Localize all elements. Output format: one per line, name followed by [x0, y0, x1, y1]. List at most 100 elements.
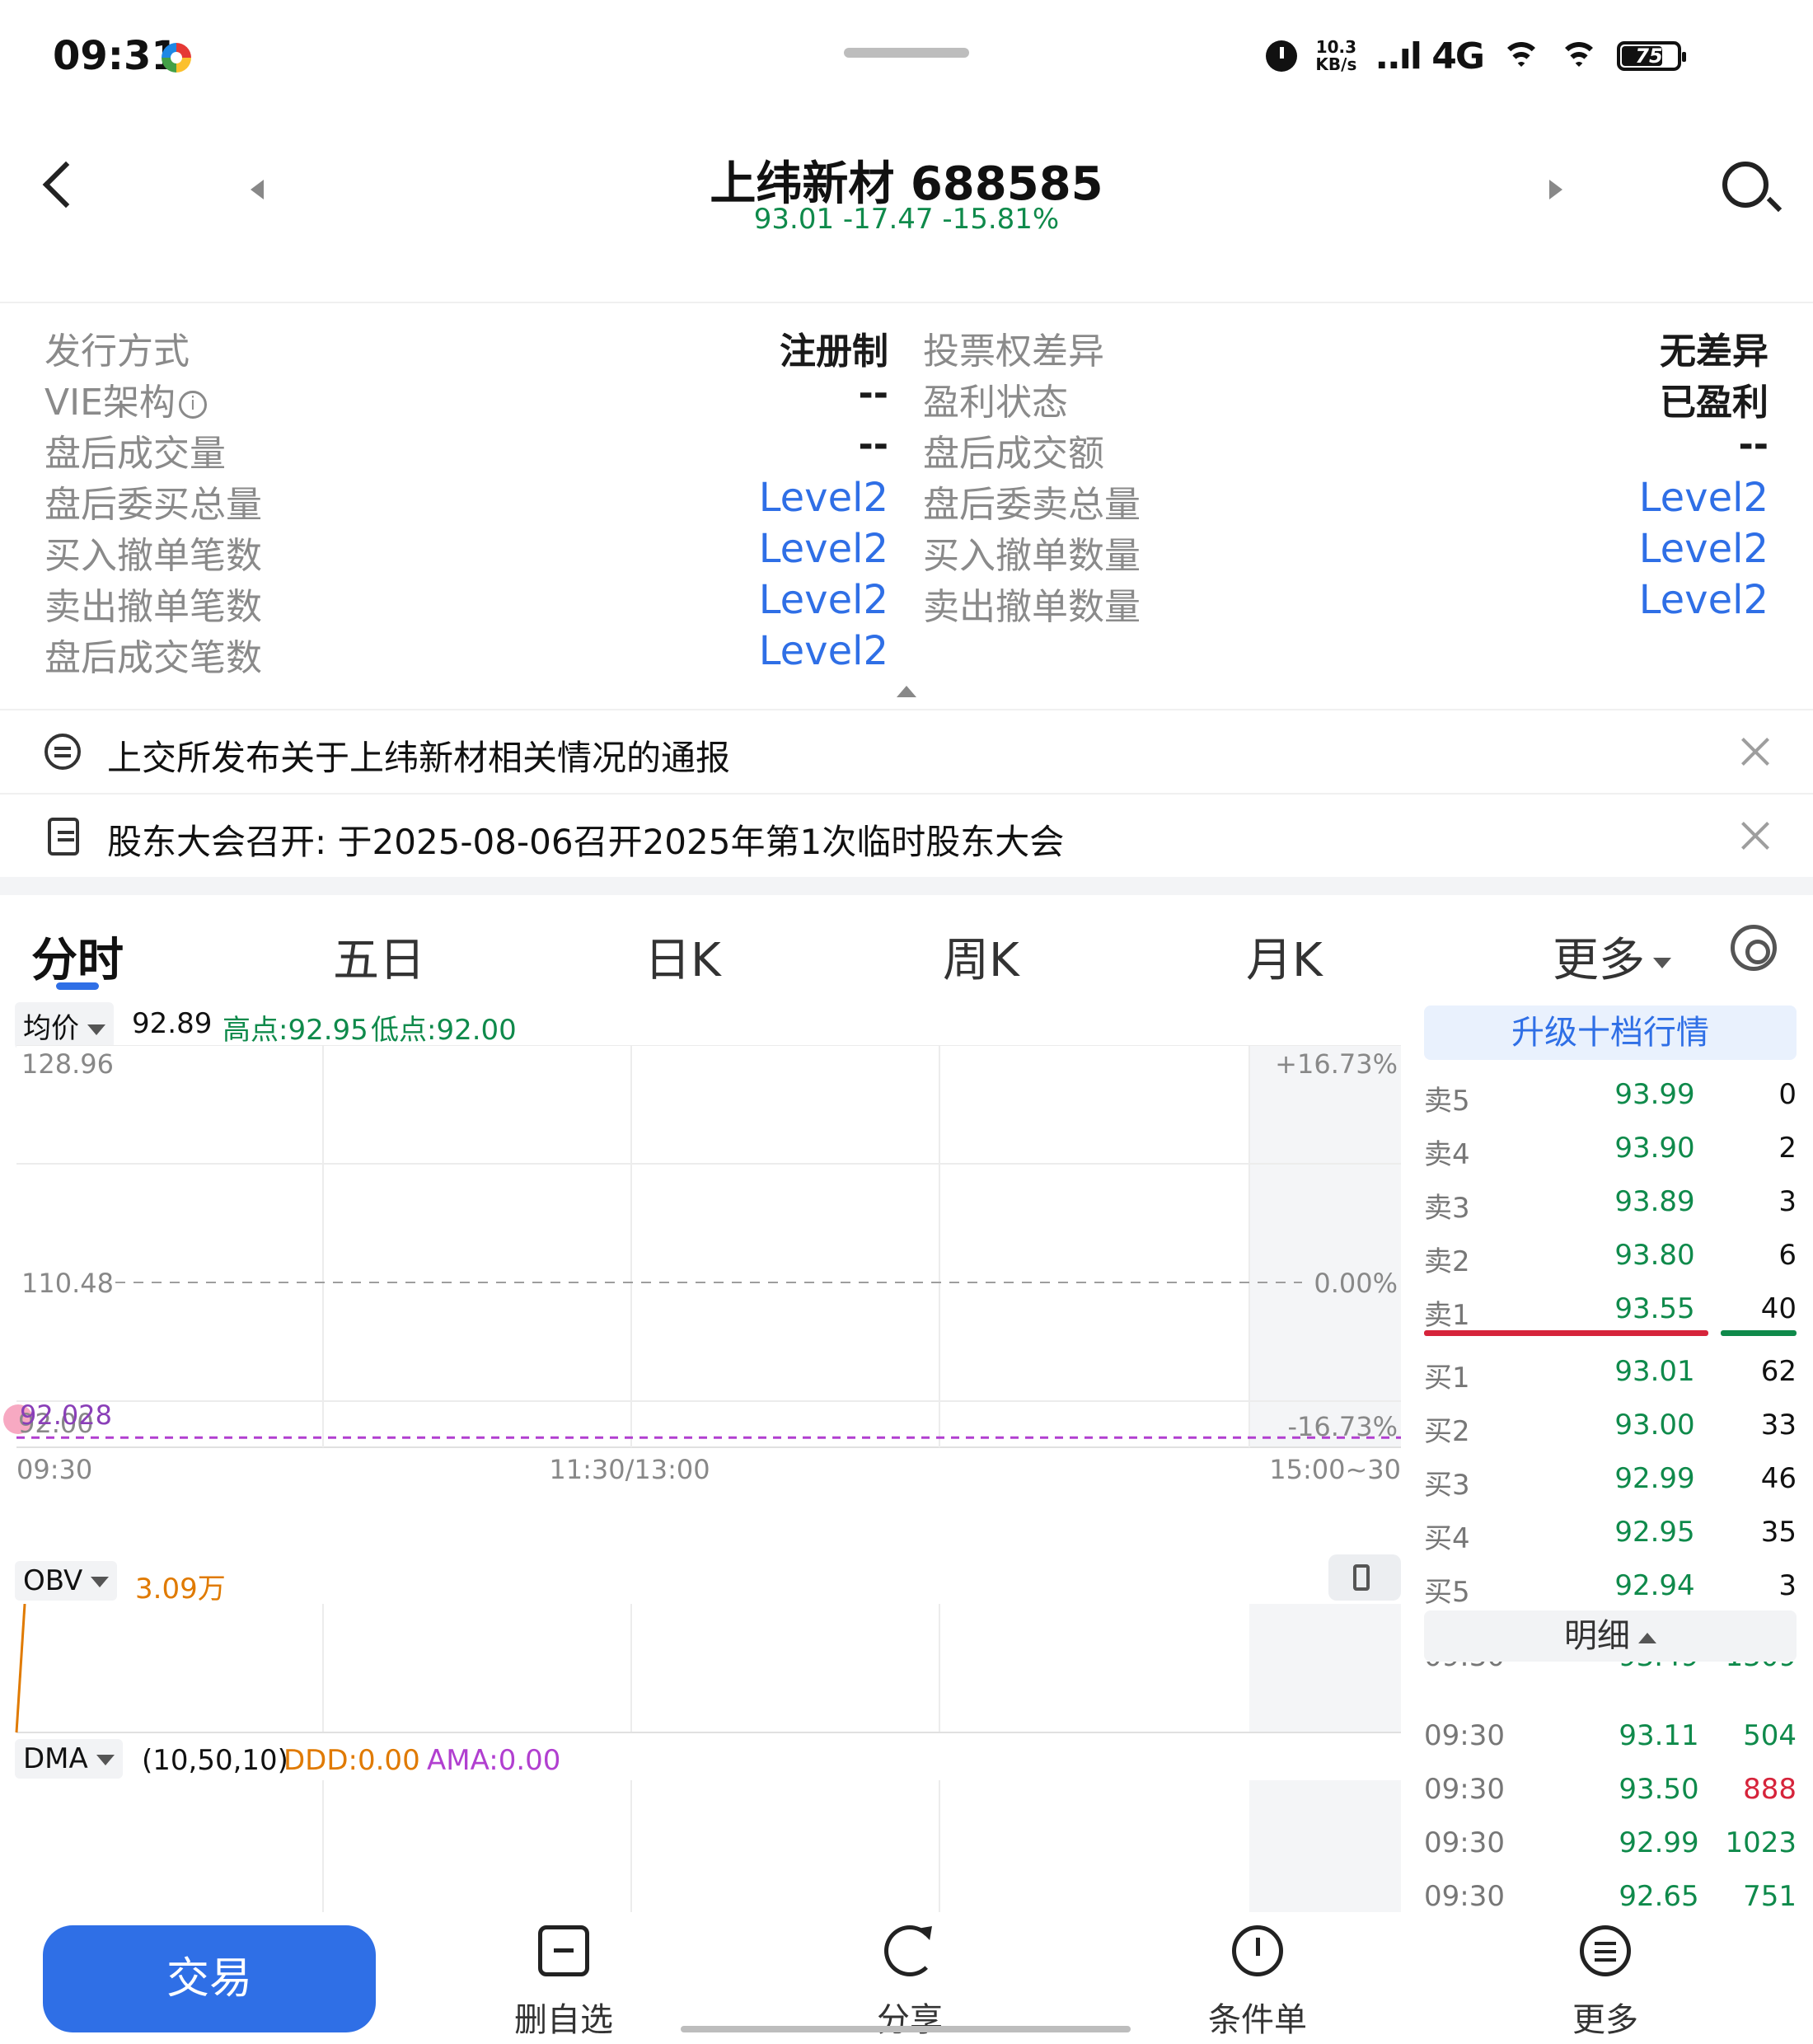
info-value[interactable]: Level2	[759, 628, 888, 674]
remove-watchlist-button[interactable]: 删自选	[481, 1925, 646, 2041]
close-icon[interactable]	[1739, 819, 1772, 852]
close-icon[interactable]	[1739, 735, 1772, 768]
info-value[interactable]: Level2	[1639, 577, 1768, 623]
info-value: --	[858, 424, 888, 466]
y-axis-top: 128.96	[21, 1048, 114, 1080]
rotate-screen-icon[interactable]	[1328, 1554, 1401, 1601]
info-label: 发行方式	[45, 331, 190, 373]
more-button[interactable]: 更多	[1523, 1925, 1688, 2041]
low-price: 低点:92.00	[371, 1014, 517, 1047]
conditional-order-button[interactable]: 条件单	[1175, 1925, 1340, 2041]
obv-selector[interactable]: OBV	[15, 1561, 118, 1601]
bid-row[interactable]: 买2 93.00 33	[1424, 1400, 1797, 1450]
menu-icon	[1580, 1925, 1631, 1976]
x-axis-start: 09:30	[16, 1454, 92, 1485]
info-row: 发行方式 注册制 投票权差异 无差异	[0, 321, 1813, 373]
pct-axis-mid: 0.00%	[1314, 1268, 1398, 1299]
info-label: 投票权差异	[923, 331, 1104, 373]
info-value[interactable]: Level2	[759, 577, 888, 623]
tick-volume: 504	[1743, 1719, 1797, 1752]
net-speed: 10.3 KB/s	[1315, 39, 1356, 73]
book-price: 93.99	[1614, 1078, 1695, 1111]
home-indicator[interactable]	[681, 2026, 1131, 2032]
info-label: 卖出撤单笔数	[45, 586, 262, 628]
ask-row[interactable]: 卖5 93.99 0	[1424, 1070, 1797, 1119]
dma-selector[interactable]: DMA	[15, 1739, 123, 1779]
bid-row[interactable]: 买5 92.94 3	[1424, 1561, 1797, 1610]
notice-item[interactable]: 股东大会召开: 于2025-08-06召开2025年第1次临时股东大会	[0, 793, 1813, 877]
bid-row[interactable]: 买4 92.95 35	[1424, 1507, 1797, 1557]
info-label: VIE架构 i	[45, 373, 207, 425]
book-volume: 0	[1778, 1078, 1797, 1111]
info-value[interactable]: Level2	[1639, 475, 1768, 521]
net-speed-value: 10.3	[1315, 37, 1357, 57]
status-icons: 10.3 KB/s ..ıl 4G 75	[1266, 33, 1686, 79]
avg-price-label: 均价	[23, 1012, 79, 1045]
book-price: 93.89	[1614, 1185, 1695, 1218]
drag-handle[interactable]	[844, 48, 969, 58]
bid-row[interactable]: 买3 92.99 46	[1424, 1454, 1797, 1503]
book-level-label: 卖1	[1424, 1299, 1470, 1332]
battery-icon: 75	[1617, 41, 1686, 71]
notice-item[interactable]: 上交所发布关于上纬新材相关情况的通报	[0, 709, 1813, 793]
book-volume: 33	[1760, 1409, 1797, 1442]
tab-monthly-k[interactable]: 月K	[1246, 923, 1323, 990]
ask-row[interactable]: 卖2 93.80 6	[1424, 1231, 1797, 1280]
tab-five-day[interactable]: 五日	[333, 923, 425, 990]
next-stock-icon[interactable]	[1549, 180, 1562, 199]
tick-time: 09:30	[1424, 1662, 1505, 1673]
share-button[interactable]: 分享	[827, 1925, 992, 2041]
dma-params: (10,50,10)	[142, 1744, 288, 1777]
info-row: 卖出撤单笔数 Level2 卖出撤单数量 Level2	[0, 577, 1813, 628]
info-value[interactable]: Level2	[759, 526, 888, 572]
chevron-up-icon	[1638, 1632, 1656, 1643]
info-circle-icon[interactable]: i	[178, 391, 207, 419]
after-hours-band	[1249, 1045, 1401, 1447]
ask-row[interactable]: 卖1 93.55 40	[1424, 1284, 1797, 1334]
ask-strength-bar	[1721, 1330, 1797, 1336]
ask-row[interactable]: 卖3 93.89 3	[1424, 1177, 1797, 1226]
tick-volume: 1309	[1725, 1662, 1797, 1673]
obv-chart-svg	[15, 1604, 1401, 1733]
dma-chart-svg	[322, 1780, 1401, 1912]
tab-intraday[interactable]: 分时	[31, 923, 124, 990]
trade-button[interactable]: 交易	[43, 1925, 376, 2032]
upgrade-level2-button[interactable]: 升级十档行情	[1424, 1006, 1797, 1060]
tick-volume: 1023	[1725, 1826, 1797, 1859]
share-label: 分享	[877, 2001, 943, 2039]
pct-axis-bottom: -16.73%	[1287, 1411, 1398, 1442]
info-row: 盘后成交笔数 Level2	[0, 628, 1813, 679]
info-label: 盘后委买总量	[45, 484, 262, 526]
info-value[interactable]: Level2	[1639, 526, 1768, 572]
book-volume: 2	[1778, 1132, 1797, 1165]
info-row: VIE架构 i -- 盈利状态 已盈利	[0, 373, 1813, 424]
info-value: 已盈利	[1660, 382, 1768, 424]
collapse-caret-icon[interactable]	[897, 686, 916, 697]
info-value[interactable]: Level2	[759, 475, 888, 521]
tab-weekly-k[interactable]: 周K	[943, 923, 1019, 990]
tick-price: 92.65	[1619, 1880, 1699, 1913]
search-icon[interactable]	[1722, 162, 1768, 208]
chart-settings-icon[interactable]	[1731, 925, 1777, 971]
book-level-label: 买3	[1424, 1469, 1470, 1502]
book-price: 92.95	[1614, 1516, 1695, 1549]
clipped-tick-row: 09:30 93.49 1309	[1424, 1662, 1797, 1686]
book-volume: 3	[1778, 1569, 1797, 1602]
intraday-chart: 均价 92.89 高点:92.95 低点:92.00 128.96 110.48…	[0, 997, 1409, 1912]
book-level-label: 卖5	[1424, 1085, 1470, 1118]
avg-price-selector[interactable]: 均价	[15, 1002, 114, 1049]
book-level-label: 卖3	[1424, 1192, 1470, 1225]
book-price: 92.99	[1614, 1462, 1695, 1495]
bid-row[interactable]: 买1 93.01 62	[1424, 1347, 1797, 1396]
trade-detail-toggle[interactable]: 明细	[1424, 1610, 1797, 1662]
notice-text: 股东大会召开: 于2025-08-06召开2025年第1次临时股东大会	[107, 822, 1065, 862]
tab-more[interactable]: 更多	[1553, 923, 1671, 990]
title-bar: 上纬新材 688585 93.01 -17.47 -15.81%	[0, 132, 1813, 256]
notice-text: 上交所发布关于上纬新材相关情况的通报	[107, 738, 731, 778]
price-chart-svg[interactable]: 128.96 110.48 92.00 92.028 +16.73% 0.00%…	[0, 1045, 1409, 1507]
ask-row[interactable]: 卖4 93.90 2	[1424, 1123, 1797, 1173]
status-time: 09:31	[53, 33, 179, 79]
book-level-label: 卖2	[1424, 1245, 1470, 1278]
signal-icon: ..ıl 4G	[1375, 35, 1485, 77]
tab-daily-k[interactable]: 日K	[644, 923, 721, 990]
